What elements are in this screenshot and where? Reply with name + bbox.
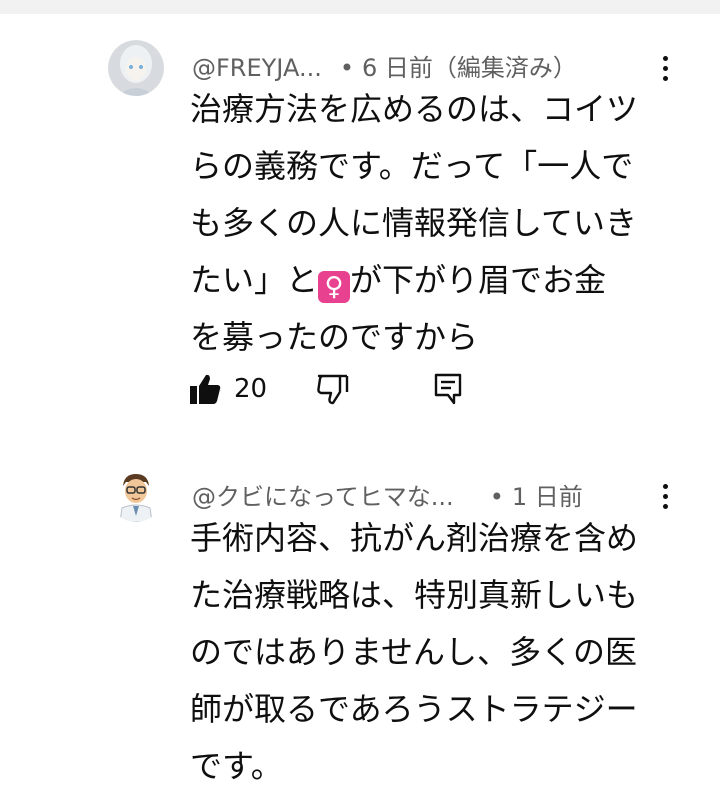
comment-line: 師が取るであろうストラテジー [190,690,638,728]
comment-timestamp: 1 日前 [511,483,583,511]
comment-author[interactable]: @FREYJA... [192,54,322,82]
comment-text: 手術内容、抗がん剤治療を含め た治療戦略は、特別真新しいも のではありませんし、… [190,510,660,795]
comment-icon [434,373,462,405]
comment-line: らの義務です。だって「一人で [190,147,634,185]
dislike-button[interactable] [316,372,350,410]
like-count: 20 [234,374,268,404]
comment-line: た治療戦略は、特別真新しいも [190,576,639,614]
comment-author[interactable]: @クビになってヒマな... [192,477,454,512]
comment-text: 治療方法を広めるのは、コイツ らの義務です。だって「一人で も多くの人に情報発信… [190,81,660,366]
avatar[interactable] [108,40,164,96]
comment-line: 手術内容、抗がん剤治療を含め [190,519,639,557]
comment-line-fragment: が下がり眉でお金 [350,261,607,299]
female-sign-emoji-icon: ♀ [318,271,351,303]
meta-separator: • [339,54,354,82]
more-vert-icon[interactable] [653,478,677,514]
meta-separator: • [489,483,504,511]
comment-meta: @FREYJA... • 6 日前（編集済み） [192,48,577,83]
top-divider-strip [0,0,720,14]
comment-meta: @クビになってヒマな... • 1 日前 [192,477,583,512]
comment-line: を募ったのですから [190,318,479,356]
comment-timestamp: 6 日前（編集済み） [362,54,577,82]
comment-line: たい」と ♀ が下がり眉でお金 [190,252,660,309]
comment-line: も多くの人に情報発信していき [190,204,638,242]
like-button[interactable] [188,372,222,410]
comment-line: です。 [190,747,283,785]
comment-line: 治療方法を広めるのは、コイツ [190,90,639,128]
comment-line-fragment: たい」と [190,261,319,299]
avatar[interactable] [108,466,164,522]
comment-actions: 20 [186,370,486,410]
thumbs-down-icon [317,374,349,405]
comment-line: のではありませんし、多くの医 [190,633,638,671]
thumbs-up-icon [190,374,221,404]
reply-button[interactable] [432,372,464,410]
